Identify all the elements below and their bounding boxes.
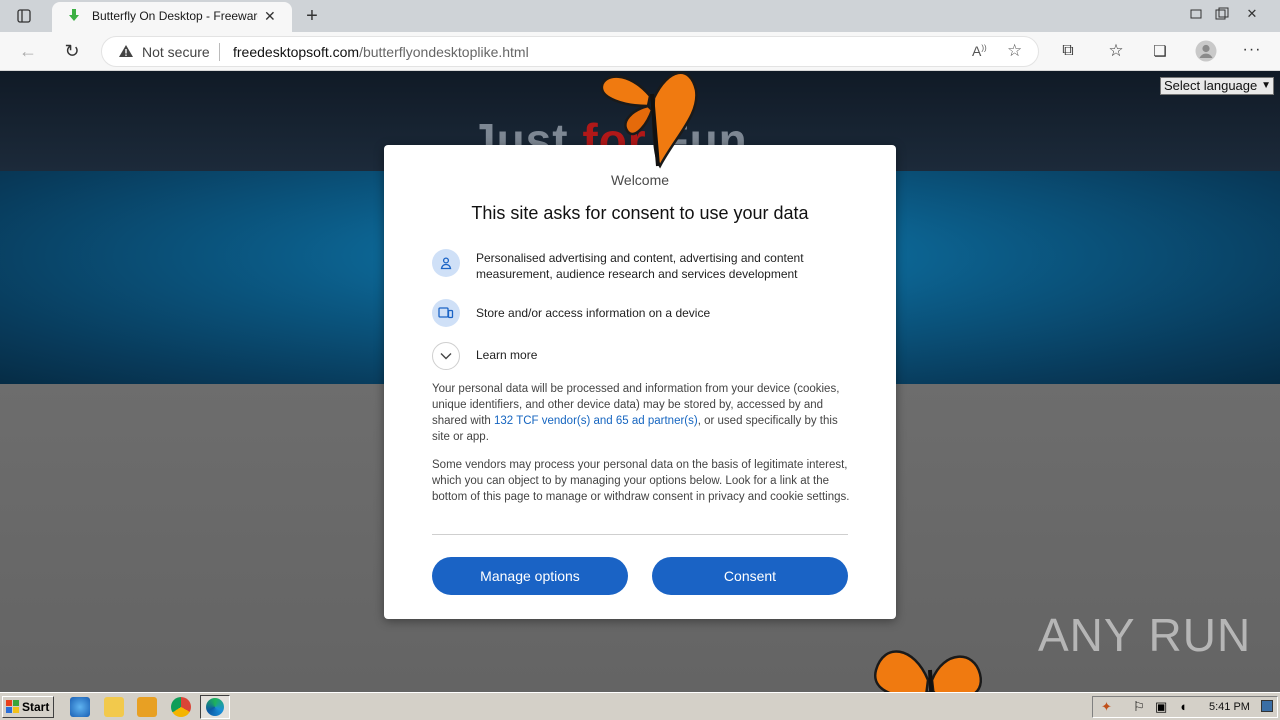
extensions-icon[interactable]: ⧉ [1054, 37, 1082, 65]
profile-avatar-icon[interactable] [1192, 37, 1220, 65]
edge-taskbar-button[interactable] [200, 695, 230, 719]
show-desktop-icon[interactable] [1261, 700, 1273, 712]
tab-title: Butterfly On Desktop - Freeware [92, 9, 258, 23]
tab-strip: Butterfly On Desktop - Freeware ✕ + ✕ [0, 0, 1280, 32]
device-icon [432, 299, 460, 327]
network-icon[interactable]: ▣ [1155, 699, 1167, 715]
system-tray: ✦ ⚐ ▣ ◖ 5:41 PM [1092, 696, 1278, 718]
learn-more-label[interactable]: Learn more [476, 347, 856, 363]
internet-explorer-icon[interactable] [70, 697, 90, 717]
favorites-icon[interactable]: ☆ [1102, 37, 1130, 65]
butterfly-icon[interactable] [598, 66, 702, 172]
media-player-icon[interactable] [137, 697, 157, 717]
purpose-personalised-ads: Personalised advertising and content, ad… [476, 251, 804, 281]
tab-active[interactable]: Butterfly On Desktop - Freeware ✕ [52, 2, 292, 32]
divider [432, 534, 848, 535]
consent-dialog: Welcome This site asks for consent to us… [384, 145, 896, 619]
back-arrow-icon[interactable]: ← [14, 37, 42, 65]
consent-button[interactable]: Consent [652, 557, 848, 595]
url-path: /butterflyondesktoplike.html [359, 44, 529, 60]
restore-icon[interactable] [1208, 0, 1236, 28]
favorite-add-icon[interactable]: ☆ [1007, 41, 1022, 61]
tab-actions-icon[interactable] [10, 2, 38, 30]
start-label: Start [22, 700, 50, 714]
collections-icon[interactable]: ❏ [1146, 37, 1174, 65]
close-tab-icon[interactable]: ✕ [264, 8, 276, 25]
anyrun-watermark: ANY RUN [1038, 609, 1252, 661]
close-window-icon[interactable]: ✕ [1238, 0, 1266, 28]
divider [219, 43, 220, 61]
start-button[interactable]: Start [2, 696, 54, 718]
language-select[interactable]: Select language ▼ [1160, 77, 1274, 95]
taskbar: Start ✦ ⚐ ▣ ◖ 5:41 PM [0, 692, 1280, 720]
edge-icon [206, 698, 224, 716]
dialog-welcome: Welcome [610, 172, 670, 188]
minimize-icon[interactable] [1182, 0, 1210, 28]
new-tab-icon[interactable]: + [298, 2, 326, 30]
folder-icon[interactable] [104, 697, 124, 717]
more-menu-icon[interactable]: ··· [1238, 36, 1266, 64]
read-aloud-icon[interactable]: A)) [972, 43, 987, 59]
data-processing-paragraph: Your personal data will be processed and… [432, 381, 850, 445]
chevron-down-icon: ▼ [1261, 80, 1271, 91]
dialog-title: This site asks for consent to use your d… [471, 203, 809, 223]
security-label[interactable]: Not secure [142, 44, 210, 60]
butterfly-tray-icon[interactable]: ✦ [1101, 699, 1112, 715]
clock[interactable]: 5:41 PM [1209, 701, 1250, 713]
manage-options-button[interactable]: Manage options [432, 557, 628, 595]
url-domain: freedesktopsoft.com [233, 44, 360, 60]
language-select-value: Select language [1164, 78, 1258, 93]
learn-more-toggle[interactable] [432, 342, 460, 370]
refresh-icon[interactable]: ↻ [58, 37, 86, 65]
purpose-store-access: Store and/or access information on a dev… [476, 306, 711, 320]
address-bar[interactable]: Not secure freedesktopsoft.com/butterfly… [101, 36, 1039, 67]
chevron-down-icon [440, 353, 452, 360]
volume-icon[interactable]: ◖ [1179, 699, 1187, 714]
download-favicon-icon [66, 8, 82, 29]
windows-logo-icon [6, 700, 19, 713]
legitimate-interest-paragraph: Some vendors may process your personal d… [432, 459, 850, 503]
url-text[interactable]: freedesktopsoft.com/butterflyondesktopli… [233, 44, 529, 60]
person-icon [432, 249, 460, 277]
warning-icon [118, 44, 134, 63]
flag-icon[interactable]: ⚐ [1133, 699, 1145, 715]
vendors-link[interactable]: 132 TCF vendor(s) and 65 ad partner(s) [494, 415, 698, 427]
chrome-icon[interactable] [171, 697, 191, 717]
